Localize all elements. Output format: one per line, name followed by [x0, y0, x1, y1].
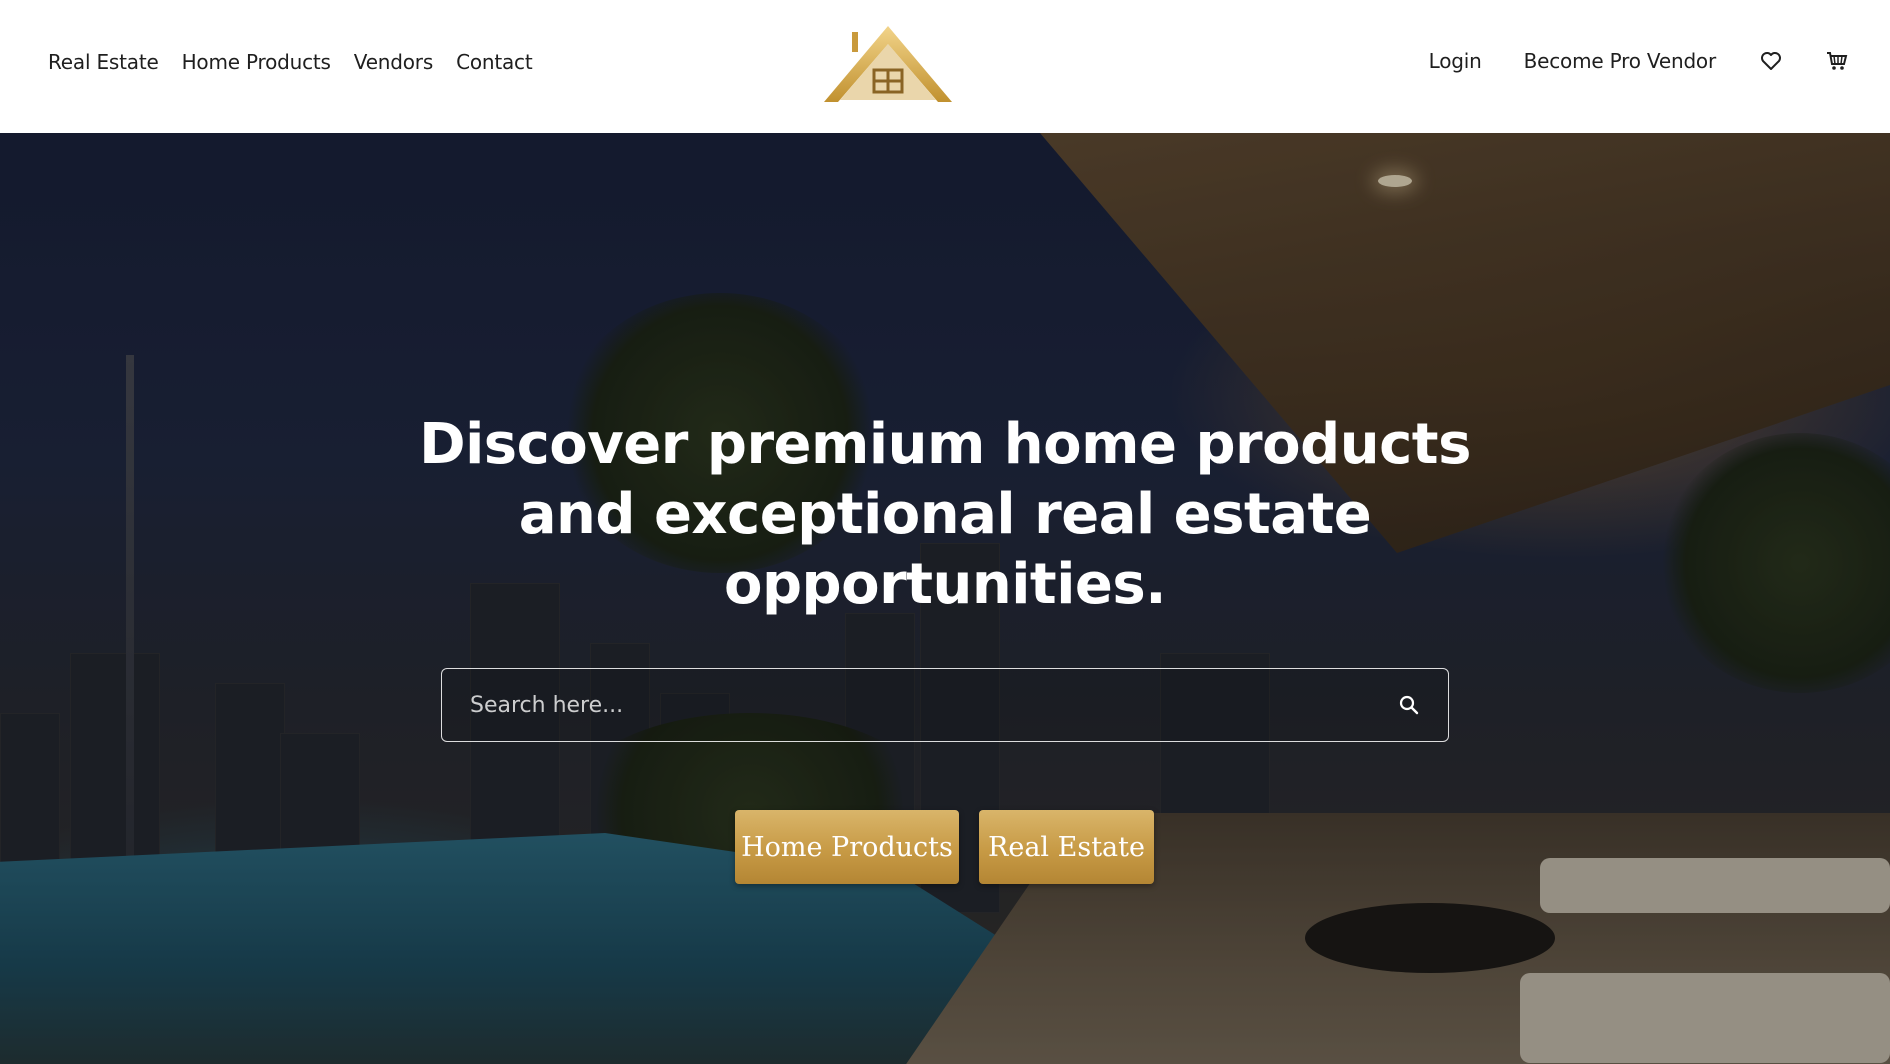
- home-products-button[interactable]: Home Products: [735, 810, 959, 884]
- become-pro-vendor-link[interactable]: Become Pro Vendor: [1524, 49, 1717, 73]
- nav-vendors[interactable]: Vendors: [354, 50, 433, 74]
- house-roof-logo[interactable]: [822, 24, 954, 104]
- account-nav: Login Become Pro Vendor: [1429, 48, 1850, 74]
- search-icon[interactable]: [1398, 694, 1420, 716]
- search-input[interactable]: [470, 692, 1398, 718]
- hero-section: Discover premium home products and excep…: [0, 133, 1890, 1064]
- heart-icon[interactable]: [1758, 48, 1784, 74]
- login-link[interactable]: Login: [1429, 49, 1482, 73]
- nav-real-estate[interactable]: Real Estate: [48, 50, 159, 74]
- nav-contact[interactable]: Contact: [456, 50, 533, 74]
- hero-title: Discover premium home products and excep…: [419, 412, 1471, 617]
- site-header: Real Estate Home Products Vendors Contac…: [0, 0, 1890, 133]
- search-bar: [441, 668, 1449, 742]
- cart-icon[interactable]: [1824, 48, 1850, 74]
- real-estate-button[interactable]: Real Estate: [979, 810, 1154, 884]
- nav-home-products[interactable]: Home Products: [182, 50, 331, 74]
- primary-nav: Real Estate Home Products Vendors Contac…: [48, 50, 533, 74]
